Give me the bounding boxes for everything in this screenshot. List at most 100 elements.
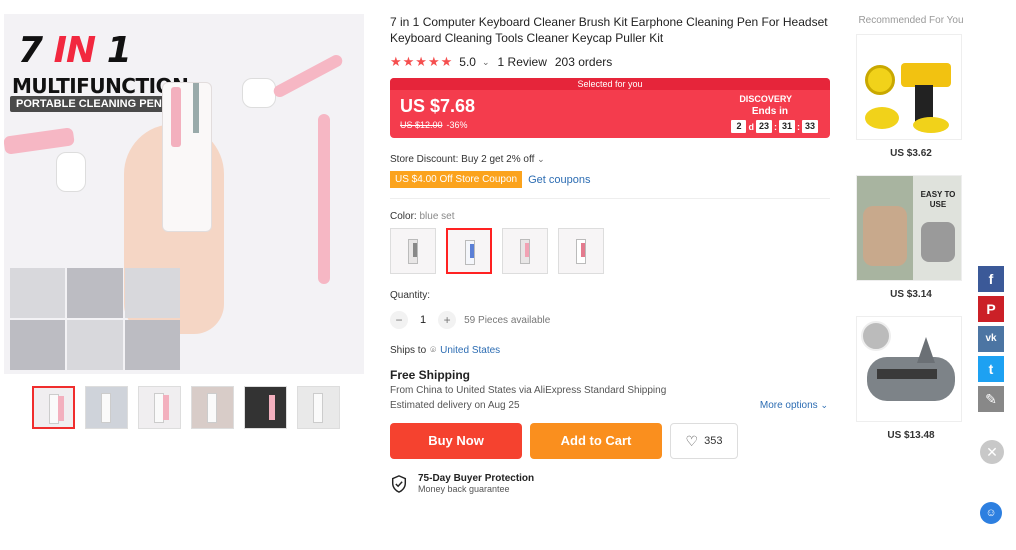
product-gallery: 7 IN 1 MULTIFUNCTION PORTABLE CLEANING P… — [4, 14, 366, 429]
pen-illustration — [4, 127, 75, 155]
recommended-item-image-text: EASY TO USE — [920, 190, 956, 209]
facebook-icon[interactable]: f — [978, 266, 1004, 292]
get-coupons-link[interactable]: Get coupons — [528, 174, 590, 186]
rating-stars[interactable]: ★★★★★ — [390, 54, 453, 70]
divider — [390, 198, 830, 199]
color-label-text: Color: — [390, 211, 417, 222]
price-banner: Selected for you — [390, 78, 830, 90]
thumbnail-strip — [4, 386, 366, 429]
shield-check-icon — [391, 474, 407, 493]
recommended-item-image[interactable]: EASY TO USE — [856, 175, 962, 281]
cleaning-pen-case — [162, 82, 212, 232]
brush-pen-illustration — [318, 114, 330, 284]
recommended-item[interactable]: EASY TO USE US $3.14 — [856, 175, 966, 300]
store-discount-text: Store Discount: Buy 2 get 2% off — [390, 154, 535, 165]
orders-count: 203 orders — [554, 55, 613, 69]
delivery-row: Estimated delivery on Aug 25 More option… — [390, 400, 830, 411]
countdown-minutes: 31 — [778, 120, 795, 133]
ends-in-label: Ends in — [751, 106, 788, 117]
thumbnail[interactable] — [297, 386, 340, 429]
buy-now-button[interactable]: Buy Now — [390, 423, 522, 459]
selected-color-name: blue set — [419, 211, 455, 222]
recommended-item-image[interactable] — [856, 34, 962, 140]
original-price: US $12.00 -36% — [400, 120, 468, 130]
thumbnail[interactable] — [191, 386, 234, 429]
thumbnail[interactable] — [32, 386, 75, 429]
price-box: Selected for you US $7.68 US $12.00 -36% … — [390, 78, 830, 138]
countdown-seconds: 33 — [801, 120, 818, 133]
add-to-cart-button[interactable]: Add to Cart — [530, 423, 662, 459]
coupon-row: US $4.00 Off Store Coupon Get coupons — [390, 171, 830, 188]
color-swatch-selected[interactable] — [446, 228, 492, 274]
chevron-down-icon: ⌄ — [537, 154, 545, 164]
hero-tagline: PORTABLE CLEANING PEN — [10, 96, 168, 112]
protection-title: 75-Day Buyer Protection — [418, 473, 535, 484]
more-options-link[interactable]: More options ⌄ — [760, 400, 828, 411]
twitter-icon[interactable]: t — [978, 356, 1004, 382]
reviews-link[interactable]: 1 Review — [498, 55, 547, 69]
thumbnail[interactable] — [138, 386, 181, 429]
rating-value: 5.0 — [459, 55, 476, 69]
recommended-item-price: US $13.48 — [887, 430, 935, 441]
free-shipping-title: Free Shipping — [390, 368, 471, 382]
protection-subtitle: Money back guarantee — [418, 484, 510, 494]
ships-to-country[interactable]: United States — [440, 345, 500, 356]
original-price-value: US $12.00 — [400, 120, 443, 130]
thumbnail[interactable] — [85, 386, 128, 429]
more-options-text: More options — [759, 400, 818, 411]
wishlist-count: 353 — [704, 435, 723, 447]
color-swatch[interactable] — [502, 228, 548, 274]
color-label: Color: blue set — [390, 211, 830, 222]
current-price: US $7.68 — [400, 96, 476, 116]
ships-to-label: Ships to — [390, 345, 427, 356]
recommended-item-price: US $3.14 — [890, 289, 932, 300]
chevron-down-icon[interactable]: ⌄ — [482, 57, 490, 68]
countdown-days-label: d — [748, 121, 754, 132]
increase-quantity-button[interactable]: + — [438, 311, 457, 329]
product-info: 7 in 1 Computer Keyboard Cleaner Brush K… — [390, 14, 830, 494]
countdown-hours: 23 — [755, 120, 772, 133]
pen-illustration — [271, 52, 345, 100]
chevron-down-icon: ⌄ — [820, 400, 828, 410]
estimated-delivery: Estimated delivery on Aug 25 — [390, 400, 520, 411]
close-icon[interactable]: ✕ — [980, 440, 1004, 464]
decrease-quantity-button[interactable]: − — [390, 311, 408, 329]
color-swatch[interactable] — [390, 228, 436, 274]
color-swatch[interactable] — [558, 228, 604, 274]
main-product-image[interactable]: 7 IN 1 MULTIFUNCTION PORTABLE CLEANING P… — [4, 14, 364, 374]
edit-icon[interactable]: ✎ — [978, 386, 1004, 412]
chat-assistant-icon[interactable]: ☺ — [980, 502, 1002, 524]
shipping-detail: From China to United States via AliExpre… — [390, 385, 667, 396]
store-discount[interactable]: Store Discount: Buy 2 get 2% off ⌄ — [390, 154, 830, 165]
quantity-stepper: − 1 + 59 Pieces available — [390, 311, 830, 329]
ships-to-row: Ships to ⌾ United States — [390, 345, 830, 356]
color-swatches — [390, 228, 830, 274]
social-share-bar: f P vk t ✎ — [978, 266, 1004, 412]
quantity-value[interactable]: 1 — [420, 314, 426, 326]
available-pieces: 59 Pieces available — [464, 314, 551, 326]
recommended-title: Recommended For You — [858, 15, 964, 26]
discount-percent: -36% — [446, 120, 468, 130]
countdown-timer: 2 d 23: 31: 33 — [729, 120, 820, 133]
promo-label: DISCOVERY — [739, 94, 792, 104]
usage-photo-grid — [10, 268, 180, 370]
earbud-illustration — [56, 152, 86, 192]
recommended-item-image[interactable] — [856, 316, 962, 422]
store-coupon-badge[interactable]: US $4.00 Off Store Coupon — [390, 171, 523, 188]
buyer-protection: 75-Day Buyer Protection Money back guara… — [390, 473, 830, 494]
vk-icon[interactable]: vk — [978, 326, 1004, 352]
heart-icon: ♡ — [685, 432, 699, 449]
pinterest-icon[interactable]: P — [978, 296, 1004, 322]
location-pin-icon: ⌾ — [430, 345, 437, 356]
recommended-item[interactable]: US $3.62 — [856, 34, 966, 159]
wishlist-button[interactable]: ♡ 353 — [670, 423, 738, 459]
airpods-illustration — [242, 78, 276, 108]
recommended-item-price: US $3.62 — [890, 148, 932, 159]
recommended-panel: Recommended For You US $3.62 EASY TO USE… — [856, 14, 966, 441]
thumbnail[interactable] — [244, 386, 287, 429]
purchase-actions: Buy Now Add to Cart ♡ 353 — [390, 423, 830, 459]
recommended-item[interactable]: US $13.48 — [856, 316, 966, 441]
product-title: 7 in 1 Computer Keyboard Cleaner Brush K… — [390, 15, 828, 45]
rating-row: ★★★★★ 5.0 ⌄ 1 Review 203 orders — [390, 54, 830, 70]
countdown-days: 2 — [731, 120, 747, 133]
